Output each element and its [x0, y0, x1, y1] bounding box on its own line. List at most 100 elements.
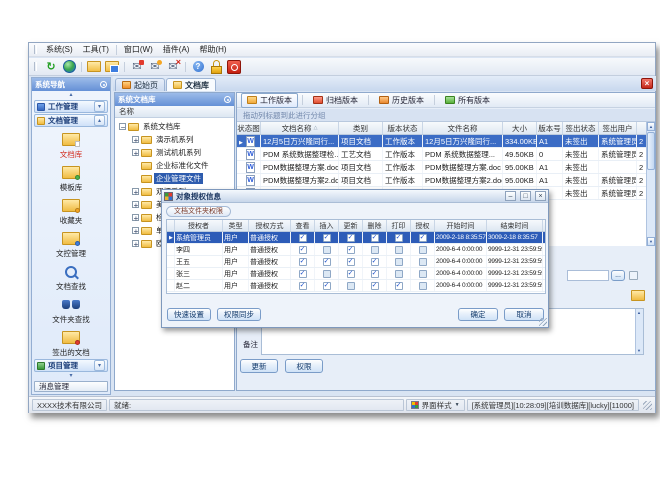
update-checkbox[interactable]	[347, 234, 355, 242]
column-header-delete[interactable]: 删除	[363, 220, 387, 231]
grant-checkbox[interactable]	[419, 282, 427, 290]
print-checkbox[interactable]	[395, 270, 403, 278]
permission-row[interactable]: 系统管理员 用户 普通授权 2009-2-18 8:35:57 3009-2-1…	[167, 232, 545, 244]
delete-checkbox[interactable]	[371, 258, 379, 266]
tree-node[interactable]: 测试机机系列	[115, 146, 234, 159]
permission-button[interactable]: 权限	[285, 359, 323, 373]
sidebar-item-document-library[interactable]: 文档库	[32, 131, 110, 160]
tree-node[interactable]: 演示机系列	[115, 133, 234, 146]
column-header-print[interactable]: 打印	[387, 220, 411, 231]
sidebar-collapse-strip[interactable]	[32, 91, 110, 99]
insert-checkbox[interactable]	[323, 270, 331, 278]
column-header-size[interactable]: 大小	[503, 122, 537, 134]
sidebar-item-doc-search[interactable]: 文档查找	[32, 263, 110, 292]
delete-checkbox[interactable]	[371, 234, 379, 242]
dialog-resize-grip[interactable]	[539, 318, 547, 326]
permission-row[interactable]: 赵二 用户 普通授权 2009-6-4 0:00:00 9999-12-31 2…	[167, 280, 545, 292]
table-row[interactable]: W 12月5日万兴隆同行... 项目文档 工作版本 12月5日万兴隆同行... …	[237, 135, 648, 148]
column-header-version-state[interactable]: 版本状态	[383, 122, 423, 134]
sidebar-collapse-strip[interactable]	[32, 372, 110, 380]
permission-sync-button[interactable]: 权限同步	[217, 308, 261, 321]
group-by-bar[interactable]: 拖动列标题到此进行分组	[237, 109, 655, 122]
detail-field[interactable]	[567, 270, 609, 281]
vertical-scrollbar[interactable]	[646, 122, 655, 246]
ellipsis-button[interactable]: ...	[611, 270, 625, 281]
view-checkbox[interactable]	[299, 270, 307, 278]
sidebar-item-doc-control[interactable]: 文控管理	[32, 230, 110, 259]
view-checkbox[interactable]	[299, 246, 307, 254]
view-checkbox[interactable]	[299, 282, 307, 290]
column-header-version-no[interactable]: 版本号	[537, 122, 563, 134]
insert-checkbox[interactable]	[323, 246, 331, 254]
print-checkbox[interactable]	[395, 282, 403, 290]
group-collapse-button[interactable]	[94, 115, 105, 126]
delete-checkbox[interactable]	[371, 270, 379, 278]
insert-checkbox[interactable]	[323, 234, 331, 242]
detail-checkbox[interactable]	[629, 271, 638, 280]
grant-checkbox[interactable]	[419, 234, 427, 242]
remark-scrollbar[interactable]	[635, 309, 643, 354]
sidebar-group-work[interactable]: 工作管理	[34, 100, 108, 113]
group-expand-button[interactable]	[94, 360, 105, 371]
insert-checkbox[interactable]	[323, 282, 331, 290]
view-checkbox[interactable]	[299, 258, 307, 266]
tree-node[interactable]: 系统文档库	[115, 120, 234, 133]
column-header-file-name[interactable]: 文件名称	[423, 122, 503, 134]
resize-grip[interactable]	[643, 401, 652, 410]
scroll-down-arrow[interactable]	[647, 237, 655, 246]
mail-delete-icon[interactable]	[165, 59, 181, 74]
tree-expander-icon[interactable]	[132, 201, 139, 208]
print-checkbox[interactable]	[395, 234, 403, 242]
sidebar-group-project[interactable]: 项目管理	[34, 359, 108, 372]
archived-version-button[interactable]: 归档版本	[307, 93, 364, 108]
all-versions-button[interactable]: 所有版本	[439, 93, 496, 108]
grant-checkbox[interactable]	[419, 258, 427, 266]
column-header-checkout-state[interactable]: 签出状态	[563, 122, 599, 134]
column-header-status[interactable]: 状态图	[237, 122, 261, 134]
lock-icon[interactable]	[208, 59, 224, 74]
tree-expander-icon[interactable]	[132, 188, 139, 195]
tree-expander-icon[interactable]	[132, 149, 139, 156]
menu-plugins[interactable]: 插件(A)	[158, 43, 195, 56]
update-button[interactable]: 更新	[240, 359, 278, 373]
sidebar-item-folder-search[interactable]: 文件夹查找	[32, 296, 110, 325]
pin-icon[interactable]	[224, 96, 231, 103]
table-row[interactable]: W PDM数据整理方案.doc 项目文档 工作版本 PDM数据整理方案.doc …	[237, 161, 648, 174]
menu-help[interactable]: 帮助(H)	[194, 43, 231, 56]
open-folder-icon[interactable]	[86, 59, 102, 74]
help-icon[interactable]	[190, 59, 206, 74]
tree-expander-icon[interactable]	[132, 136, 139, 143]
column-header-grantee[interactable]: 授权者	[175, 220, 223, 231]
menu-system[interactable]: 系统(S)	[41, 43, 78, 56]
update-checkbox[interactable]	[347, 270, 355, 278]
column-header-checkout-user[interactable]: 签出用户	[599, 122, 637, 134]
close-button[interactable]	[535, 191, 546, 201]
tab-start-page[interactable]: 起始页	[115, 78, 165, 91]
folder-computer-icon[interactable]	[104, 59, 120, 74]
column-header-insert[interactable]: 插入	[315, 220, 339, 231]
pin-icon[interactable]	[100, 81, 107, 88]
sidebar-item-favorites[interactable]: 收藏夹	[32, 197, 110, 226]
tab-folder-permissions[interactable]: 文档文件夹权限	[166, 206, 231, 217]
update-checkbox[interactable]	[347, 282, 355, 290]
update-checkbox[interactable]	[347, 258, 355, 266]
column-header-view[interactable]: 查看	[291, 220, 315, 231]
scroll-up-arrow[interactable]	[647, 122, 655, 131]
mail-at-icon[interactable]	[147, 59, 163, 74]
maximize-button[interactable]	[520, 191, 531, 201]
browse-folder-icon[interactable]	[631, 290, 645, 301]
table-row[interactable]: W PDM数据整理方案2.doc 项目文档 工作版本 PDM数据整理方案2.do…	[237, 174, 648, 187]
view-checkbox[interactable]	[299, 234, 307, 242]
quick-set-button[interactable]: 快速设置	[167, 308, 211, 321]
sync-icon[interactable]	[43, 59, 59, 74]
permission-row[interactable]: 张三 用户 普通授权 2009-6-4 0:00:00 9999-12-31 2…	[167, 268, 545, 280]
scroll-thumb[interactable]	[647, 132, 655, 170]
minimize-button[interactable]	[505, 191, 516, 201]
menu-window[interactable]: 窗口(W)	[119, 43, 158, 56]
close-tab-button[interactable]	[641, 78, 653, 89]
working-version-button[interactable]: 工作版本	[241, 93, 298, 108]
tab-document-library[interactable]: 文档库	[166, 78, 216, 91]
delete-checkbox[interactable]	[371, 246, 379, 254]
grant-checkbox[interactable]	[419, 246, 427, 254]
menu-tools[interactable]: 工具(T)	[78, 43, 114, 56]
